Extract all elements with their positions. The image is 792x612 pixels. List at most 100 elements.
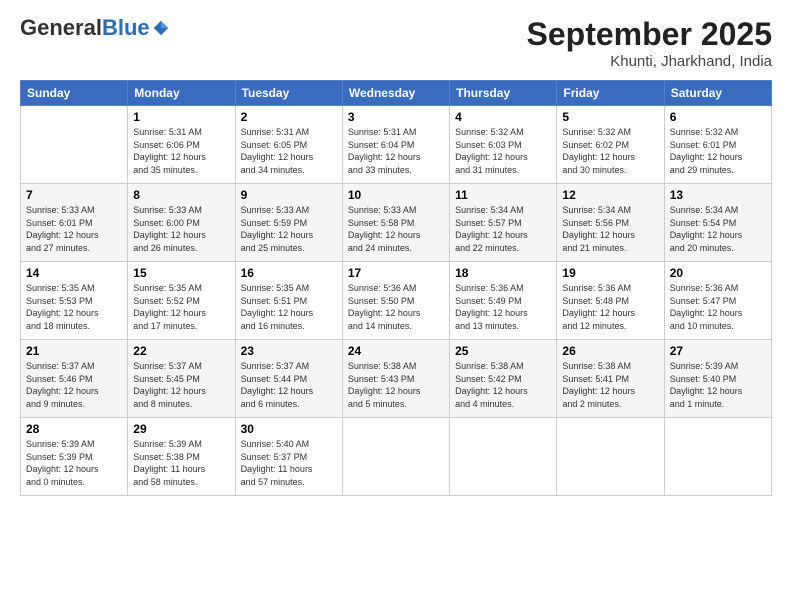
day-number: 12 [562, 188, 658, 202]
day-number: 24 [348, 344, 444, 358]
day-info: Sunrise: 5:31 AM Sunset: 6:06 PM Dayligh… [133, 126, 229, 176]
day-info: Sunrise: 5:38 AM Sunset: 5:43 PM Dayligh… [348, 360, 444, 410]
logo: GeneralBlue [20, 16, 170, 40]
calendar-week-1: 1 Sunrise: 5:31 AM Sunset: 6:06 PM Daylig… [21, 106, 772, 184]
day-number: 15 [133, 266, 229, 280]
table-row: 26 Sunrise: 5:38 AM Sunset: 5:41 PM Dayli… [557, 340, 664, 418]
col-wednesday: Wednesday [342, 81, 449, 106]
col-saturday: Saturday [664, 81, 771, 106]
table-row: 30 Sunrise: 5:40 AM Sunset: 5:37 PM Dayli… [235, 418, 342, 496]
table-row [450, 418, 557, 496]
day-info: Sunrise: 5:36 AM Sunset: 5:49 PM Dayligh… [455, 282, 551, 332]
day-number: 13 [670, 188, 766, 202]
table-row: 29Sunrise: 5:39 AM Sunset: 5:38 PM Dayli… [128, 418, 235, 496]
day-number: 21 [26, 344, 122, 358]
table-row: 2 Sunrise: 5:31 AM Sunset: 6:05 PM Daylig… [235, 106, 342, 184]
col-thursday: Thursday [450, 81, 557, 106]
col-monday: Monday [128, 81, 235, 106]
day-info: Sunrise: 5:31 AM Sunset: 6:05 PM Dayligh… [241, 126, 337, 176]
logo-text: GeneralBlue [20, 16, 150, 40]
day-number: 1 [133, 110, 229, 124]
table-row: 7Sunrise: 5:33 AM Sunset: 6:01 PM Daylig… [21, 184, 128, 262]
day-info: Sunrise: 5:36 AM Sunset: 5:47 PM Dayligh… [670, 282, 766, 332]
table-row: 21 Sunrise: 5:37 AM Sunset: 5:46 PM Dayli… [21, 340, 128, 418]
logo-icon [152, 19, 170, 37]
day-info: Sunrise: 5:33 AM Sunset: 6:00 PM Dayligh… [133, 204, 229, 254]
day-number: 22 [133, 344, 229, 358]
table-row: 22 Sunrise: 5:37 AM Sunset: 5:45 PM Dayli… [128, 340, 235, 418]
day-number: 16 [241, 266, 337, 280]
calendar-week-4: 21 Sunrise: 5:37 AM Sunset: 5:46 PM Dayli… [21, 340, 772, 418]
day-number: 19 [562, 266, 658, 280]
day-number: 30 [241, 422, 337, 436]
table-row: 9 Sunrise: 5:33 AM Sunset: 5:59 PM Daylig… [235, 184, 342, 262]
day-number: 8 [133, 188, 229, 202]
table-row: 5 Sunrise: 5:32 AM Sunset: 6:02 PM Daylig… [557, 106, 664, 184]
day-info: Sunrise: 5:35 AM Sunset: 5:52 PM Dayligh… [133, 282, 229, 332]
day-number: 28 [26, 422, 122, 436]
day-number: 26 [562, 344, 658, 358]
day-info: Sunrise: 5:37 AM Sunset: 5:45 PM Dayligh… [133, 360, 229, 410]
calendar-week-3: 14 Sunrise: 5:35 AM Sunset: 5:53 PM Dayli… [21, 262, 772, 340]
day-info: Sunrise: 5:39 AM Sunset: 5:40 PM Dayligh… [670, 360, 766, 410]
day-info: Sunrise: 5:37 AM Sunset: 5:44 PM Dayligh… [241, 360, 337, 410]
day-number: 9 [241, 188, 337, 202]
col-tuesday: Tuesday [235, 81, 342, 106]
table-row: 3Sunrise: 5:31 AM Sunset: 6:04 PM Daylig… [342, 106, 449, 184]
day-number: 10 [348, 188, 444, 202]
table-row: 18 Sunrise: 5:36 AM Sunset: 5:49 PM Dayli… [450, 262, 557, 340]
table-row [21, 106, 128, 184]
day-info: Sunrise: 5:31 AM Sunset: 6:04 PM Dayligh… [348, 126, 444, 176]
table-row: 20 Sunrise: 5:36 AM Sunset: 5:47 PM Dayli… [664, 262, 771, 340]
day-number: 20 [670, 266, 766, 280]
day-number: 29 [133, 422, 229, 436]
table-row: 17Sunrise: 5:36 AM Sunset: 5:50 PM Dayli… [342, 262, 449, 340]
table-row [342, 418, 449, 496]
table-row: 12Sunrise: 5:34 AM Sunset: 5:56 PM Dayli… [557, 184, 664, 262]
day-number: 18 [455, 266, 551, 280]
day-number: 2 [241, 110, 337, 124]
col-sunday: Sunday [21, 81, 128, 106]
day-info: Sunrise: 5:37 AM Sunset: 5:46 PM Dayligh… [26, 360, 122, 410]
calendar-header-row: Sunday Monday Tuesday Wednesday Thursday… [21, 81, 772, 106]
day-info: Sunrise: 5:32 AM Sunset: 6:02 PM Dayligh… [562, 126, 658, 176]
page-header: GeneralBlue September 2025 Khunti, Jhark… [20, 16, 772, 70]
table-row: 24 Sunrise: 5:38 AM Sunset: 5:43 PM Dayli… [342, 340, 449, 418]
day-number: 27 [670, 344, 766, 358]
table-row: 6 Sunrise: 5:32 AM Sunset: 6:01 PM Daylig… [664, 106, 771, 184]
day-info: Sunrise: 5:39 AM Sunset: 5:39 PM Dayligh… [26, 438, 122, 488]
day-info: Sunrise: 5:40 AM Sunset: 5:37 PM Dayligh… [241, 438, 337, 488]
day-info: Sunrise: 5:38 AM Sunset: 5:41 PM Dayligh… [562, 360, 658, 410]
table-row [664, 418, 771, 496]
table-row: 1 Sunrise: 5:31 AM Sunset: 6:06 PM Daylig… [128, 106, 235, 184]
table-row: 27 Sunrise: 5:39 AM Sunset: 5:40 PM Dayli… [664, 340, 771, 418]
day-info: Sunrise: 5:32 AM Sunset: 6:01 PM Dayligh… [670, 126, 766, 176]
table-row: 14 Sunrise: 5:35 AM Sunset: 5:53 PM Dayli… [21, 262, 128, 340]
day-number: 5 [562, 110, 658, 124]
calendar-week-5: 28 Sunrise: 5:39 AM Sunset: 5:39 PM Dayli… [21, 418, 772, 496]
table-row: 16Sunrise: 5:35 AM Sunset: 5:51 PM Dayli… [235, 262, 342, 340]
day-number: 7 [26, 188, 122, 202]
day-info: Sunrise: 5:36 AM Sunset: 5:50 PM Dayligh… [348, 282, 444, 332]
table-row: 28 Sunrise: 5:39 AM Sunset: 5:39 PM Dayli… [21, 418, 128, 496]
location: Khunti, Jharkhand, India [527, 53, 772, 70]
table-row: 11Sunrise: 5:34 AM Sunset: 5:57 PM Dayli… [450, 184, 557, 262]
day-number: 14 [26, 266, 122, 280]
day-info: Sunrise: 5:36 AM Sunset: 5:48 PM Dayligh… [562, 282, 658, 332]
day-info: Sunrise: 5:33 AM Sunset: 5:58 PM Dayligh… [348, 204, 444, 254]
table-row: 8 Sunrise: 5:33 AM Sunset: 6:00 PM Daylig… [128, 184, 235, 262]
calendar-table: Sunday Monday Tuesday Wednesday Thursday… [20, 80, 772, 496]
day-info: Sunrise: 5:33 AM Sunset: 5:59 PM Dayligh… [241, 204, 337, 254]
table-row: 23 Sunrise: 5:37 AM Sunset: 5:44 PM Dayli… [235, 340, 342, 418]
table-row [557, 418, 664, 496]
month-title: September 2025 [527, 16, 772, 53]
table-row: 4Sunrise: 5:32 AM Sunset: 6:03 PM Daylig… [450, 106, 557, 184]
table-row: 10 Sunrise: 5:33 AM Sunset: 5:58 PM Dayli… [342, 184, 449, 262]
day-number: 23 [241, 344, 337, 358]
table-row: 15 Sunrise: 5:35 AM Sunset: 5:52 PM Dayli… [128, 262, 235, 340]
day-number: 6 [670, 110, 766, 124]
table-row: 25Sunrise: 5:38 AM Sunset: 5:42 PM Dayli… [450, 340, 557, 418]
day-info: Sunrise: 5:38 AM Sunset: 5:42 PM Dayligh… [455, 360, 551, 410]
day-info: Sunrise: 5:35 AM Sunset: 5:53 PM Dayligh… [26, 282, 122, 332]
table-row: 13Sunrise: 5:34 AM Sunset: 5:54 PM Dayli… [664, 184, 771, 262]
